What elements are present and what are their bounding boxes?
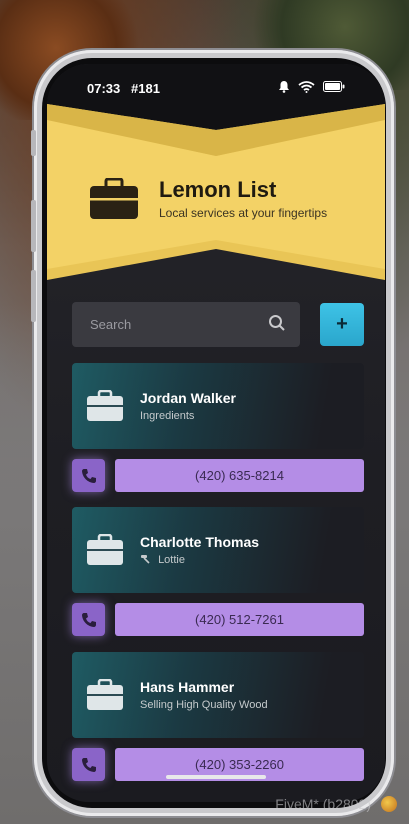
briefcase-icon	[87, 534, 123, 565]
add-listing-button[interactable]: +	[320, 303, 364, 346]
phone-side-button	[31, 130, 36, 156]
call-button[interactable]	[72, 748, 105, 781]
phone-icon	[81, 468, 96, 483]
call-button[interactable]	[72, 459, 105, 492]
listing-name: Hans Hammer	[140, 679, 235, 695]
briefcase-icon	[90, 177, 138, 219]
status-player-id: #181	[131, 81, 160, 96]
app-header: Lemon List Local services at your finger…	[89, 177, 327, 220]
search-icon[interactable]	[268, 314, 286, 336]
fivem-logo-icon	[381, 796, 397, 812]
status-bar: 07:33 #181	[47, 64, 385, 110]
phone-side-button	[31, 270, 36, 322]
listing-phone-number[interactable]: (420) 635-8214	[115, 459, 364, 492]
listing-phone-number[interactable]: (420) 512-7261	[115, 603, 364, 636]
bell-icon	[279, 81, 289, 93]
listing-name: Charlotte Thomas	[140, 534, 260, 550]
phone-icon	[81, 757, 96, 772]
briefcase-icon	[87, 390, 123, 421]
listing-card[interactable]: Hans Hammer Selling High Quality Wood	[72, 652, 364, 738]
search-bar	[72, 302, 300, 347]
battery-icon	[323, 81, 345, 92]
phone-side-button	[31, 200, 36, 252]
wifi-icon	[298, 80, 315, 93]
app-subtitle: Local services at your fingertips	[159, 206, 328, 220]
hammer-icon	[141, 555, 150, 564]
search-input[interactable]	[88, 316, 262, 333]
listing-description-row: Lottie	[140, 554, 259, 566]
app-title: Lemon List	[159, 177, 277, 202]
listing-description: Selling High Quality Wood	[140, 699, 268, 711]
listing-card[interactable]: Jordan Walker Ingredients	[72, 363, 364, 449]
phone-screen: 07:33 #181 Lemon List Local services at …	[47, 64, 385, 802]
status-time: 07:33	[87, 81, 121, 96]
listing-name: Jordan Walker	[140, 390, 236, 406]
call-button[interactable]	[72, 603, 105, 636]
phone-icon	[81, 612, 96, 627]
watermark: FiveM* (b2802)	[275, 796, 371, 812]
listing-description: Ingredients	[140, 410, 195, 422]
status-icons	[278, 80, 345, 93]
home-indicator[interactable]	[166, 775, 266, 779]
listing-description: Lottie	[158, 554, 185, 566]
briefcase-icon	[87, 679, 123, 710]
listing-card[interactable]: Charlotte Thomas Lottie	[72, 507, 364, 593]
